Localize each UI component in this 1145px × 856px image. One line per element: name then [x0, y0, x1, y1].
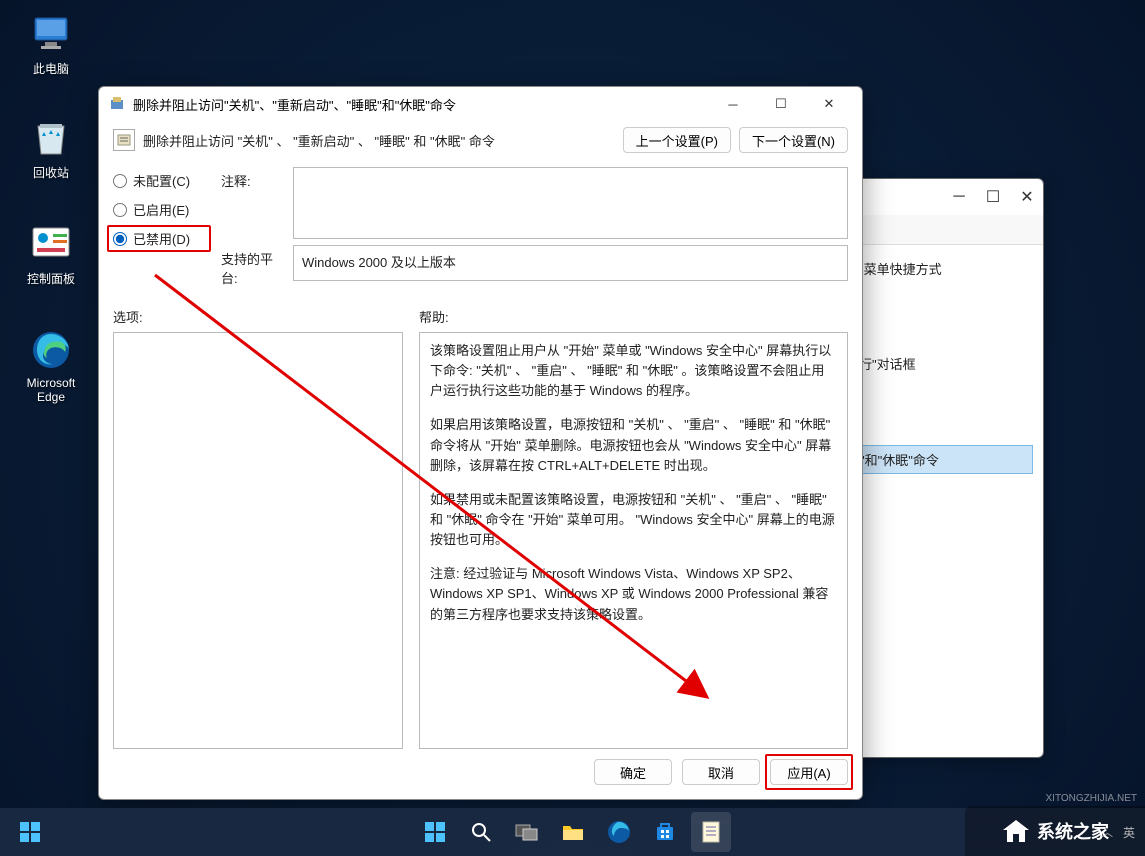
store-button[interactable]: [645, 812, 685, 852]
edge-icon: [29, 328, 73, 372]
watermark-text: XITONGZHIJIA.NET: [1046, 793, 1138, 804]
radio-input[interactable]: [113, 174, 127, 188]
highlight-box: 应用(A): [765, 754, 853, 790]
list-item[interactable]: 运行"对话框: [840, 350, 1033, 377]
recycle-bin-icon: [29, 116, 73, 160]
platform-label: 支持的平台:: [221, 245, 285, 287]
radio-label: 已启用(E): [133, 200, 189, 219]
help-text-box[interactable]: 该策略设置阻止用户从 "开始" 菜单或 "Windows 安全中心" 屏幕执行以…: [419, 332, 848, 749]
options-box: [113, 332, 403, 749]
icon-label: 控制面板: [27, 270, 75, 287]
comment-label: 注释:: [221, 167, 285, 239]
start-button[interactable]: [415, 812, 455, 852]
dialog-title: 删除并阻止访问"关机"、"重新启动"、"睡眠"和"休眠"命令: [133, 95, 710, 114]
help-paragraph: 如果禁用或未配置该策略设置，电源按钮和 "关机" 、 "重启" 、 "睡眠" 和…: [430, 490, 837, 550]
ok-button[interactable]: 确定: [594, 759, 672, 785]
supported-platform-box: Windows 2000 及以上版本: [293, 245, 848, 281]
list-item[interactable]: 眠"和"休眠"命令: [840, 445, 1033, 474]
highlight-box: 已禁用(D): [107, 225, 211, 252]
desktop-icon-edge[interactable]: Microsoft Edge: [14, 328, 88, 404]
titlebar[interactable]: 删除并阻止访问"关机"、"重新启动"、"睡眠"和"休眠"命令 ─ ☐ ✕: [99, 87, 862, 121]
radio-label: 已禁用(D): [133, 229, 190, 248]
policy-settings-dialog: 删除并阻止访问"关机"、"重新启动"、"睡眠"和"休眠"命令 ─ ☐ ✕ 删除并…: [98, 86, 863, 800]
radio-enabled[interactable]: 已启用(E): [113, 200, 205, 219]
file-explorer-button[interactable]: [553, 812, 593, 852]
help-paragraph: 注意: 经过验证与 Microsoft Windows Vista、Window…: [430, 564, 837, 624]
monitor-icon: [29, 12, 73, 56]
icon-label: 回收站: [33, 164, 69, 181]
previous-setting-button[interactable]: 上一个设置(P): [623, 127, 731, 153]
comment-textarea[interactable]: [293, 167, 848, 239]
radio-not-configured[interactable]: 未配置(C): [113, 171, 205, 190]
notepad-button[interactable]: [691, 812, 731, 852]
control-panel-icon: [29, 222, 73, 266]
search-button[interactable]: [461, 812, 501, 852]
desktop-icon-this-pc[interactable]: 此电脑: [14, 12, 88, 77]
help-paragraph: 如果启用该策略设置，电源按钮和 "关机" 、 "重启" 、 "睡眠" 和 "休眠…: [430, 415, 837, 475]
edge-button[interactable]: [599, 812, 639, 852]
help-paragraph: 该策略设置阻止用户从 "开始" 菜单或 "Windows 安全中心" 屏幕执行以…: [430, 341, 837, 401]
icon-label: Microsoft Edge: [14, 376, 88, 404]
desktop-icon-control-panel[interactable]: 控制面板: [14, 222, 88, 287]
minimize-button[interactable]: ─: [951, 189, 967, 205]
policy-icon: [109, 96, 125, 112]
radio-input[interactable]: [113, 203, 127, 217]
minimize-button[interactable]: ─: [710, 89, 756, 119]
next-setting-button[interactable]: 下一个设置(N): [739, 127, 848, 153]
task-view-button[interactable]: [507, 812, 547, 852]
help-label: 帮助:: [419, 307, 848, 326]
policy-item-icon: [113, 129, 135, 151]
options-label: 选项:: [113, 307, 403, 326]
list-item[interactable]: 始"菜单快捷方式: [840, 255, 1033, 282]
radio-input[interactable]: [113, 232, 127, 246]
close-button[interactable]: ✕: [1019, 189, 1035, 205]
icon-label: 此电脑: [33, 60, 69, 77]
watermark-logo: 系统之家: [965, 806, 1145, 856]
desktop-icon-recycle-bin[interactable]: 回收站: [14, 116, 88, 181]
maximize-button[interactable]: ☐: [758, 89, 804, 119]
close-button[interactable]: ✕: [806, 89, 852, 119]
policy-title: 删除并阻止访问 "关机" 、 "重新启动" 、 "睡眠" 和 "休眠" 命令: [143, 131, 615, 150]
radio-label: 未配置(C): [133, 171, 190, 190]
logo-text: 系统之家: [1037, 818, 1109, 844]
widgets-button[interactable]: [10, 812, 50, 852]
apply-button[interactable]: 应用(A): [770, 759, 848, 785]
maximize-button[interactable]: ☐: [985, 189, 1001, 205]
cancel-button[interactable]: 取消: [682, 759, 760, 785]
radio-disabled[interactable]: 已禁用(D): [113, 229, 205, 248]
